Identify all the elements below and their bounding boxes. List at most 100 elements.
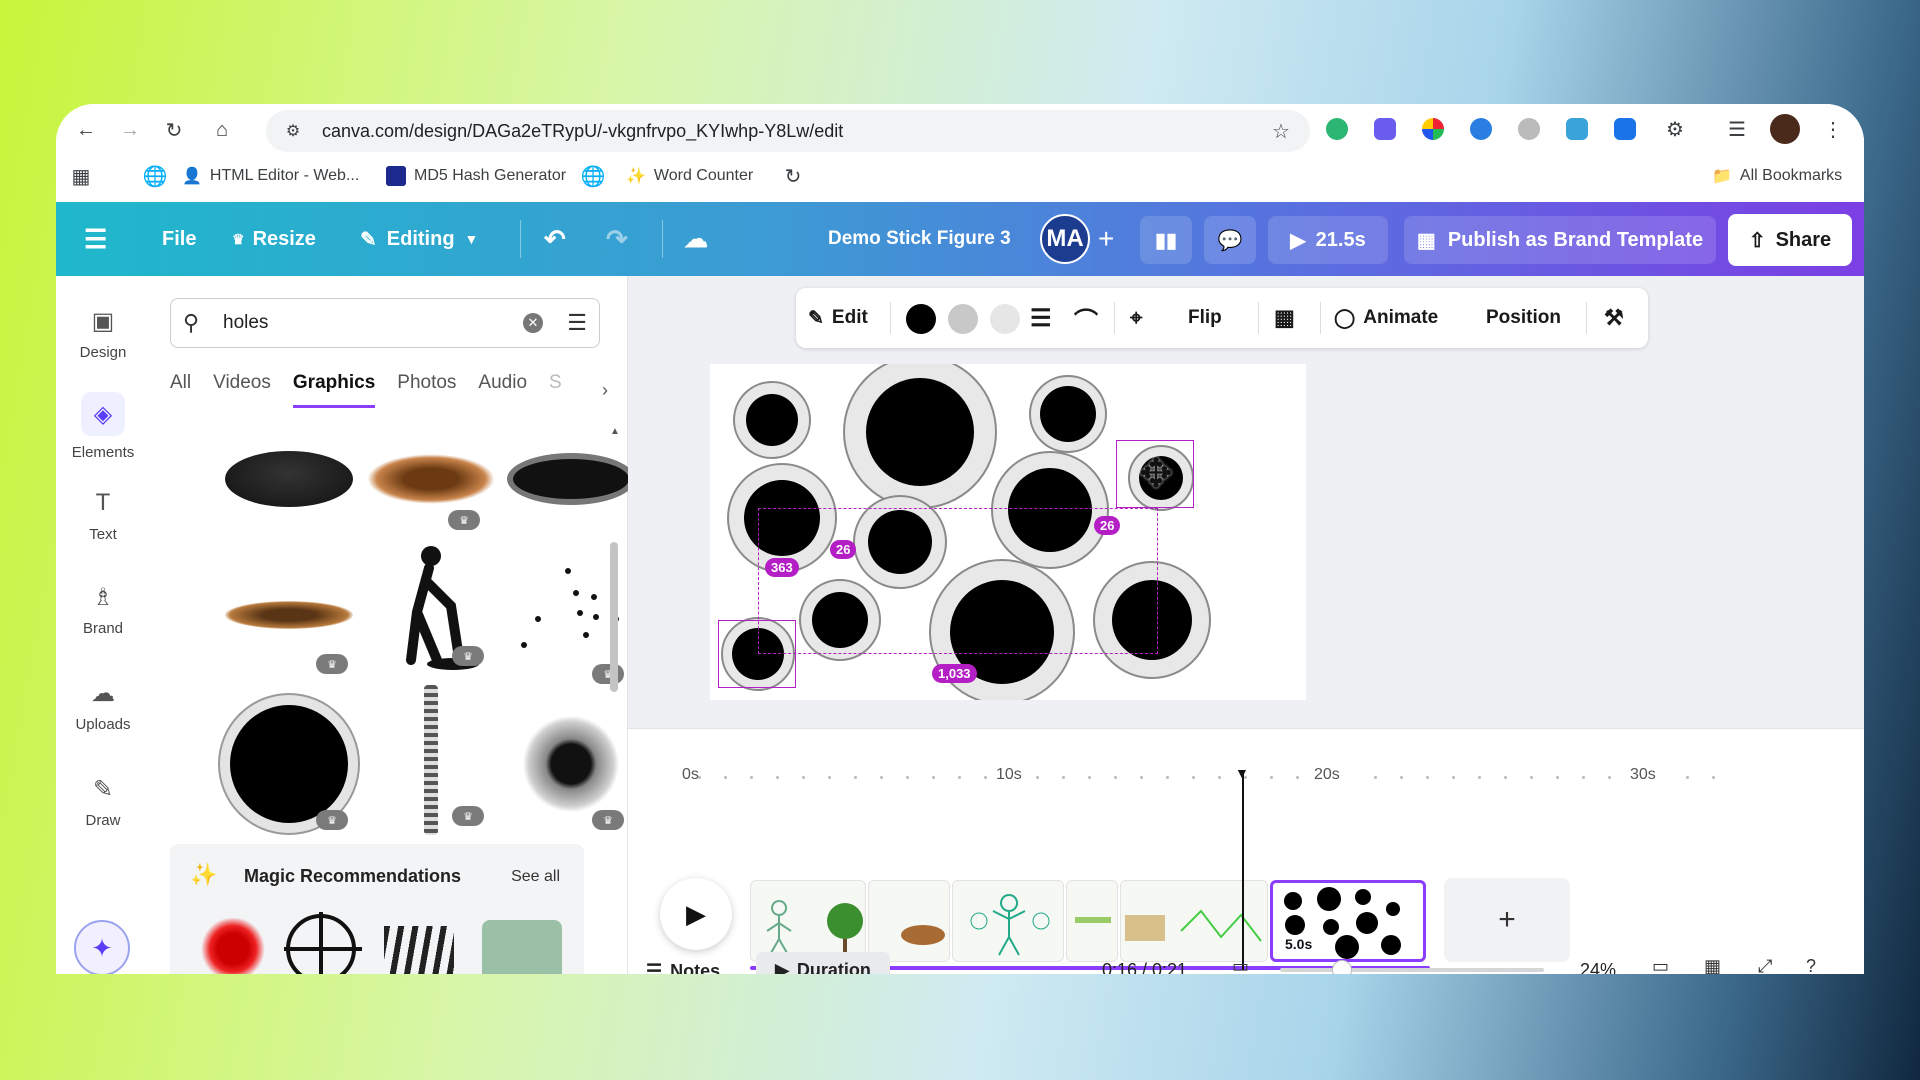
timeline-clip[interactable] (750, 880, 866, 962)
apps-grid-icon[interactable]: ▦ (66, 162, 96, 190)
bookmark-star-icon[interactable]: ☆ (1264, 114, 1298, 148)
graphic-item[interactable]: ♛ (366, 680, 496, 840)
history-icon[interactable]: ↻ (778, 162, 808, 190)
editing-mode-dropdown[interactable]: ✎ Editing ▼ (360, 202, 478, 276)
notes-button[interactable]: ☰ Notes (646, 956, 720, 975)
tab-audio[interactable]: Audio (478, 372, 527, 408)
tab-videos[interactable]: Videos (213, 372, 271, 408)
timeline-clip[interactable] (952, 880, 1064, 962)
timeline-clip[interactable] (1120, 880, 1268, 962)
address-bar[interactable]: ⚙ canva.com/design/DAGa2eTRypU/-vkgnfrvp… (266, 110, 1310, 152)
blood-splatter-graphic[interactable] (192, 918, 274, 974)
extensions-icon[interactable]: ⚙ (1658, 112, 1692, 146)
graphic-item[interactable]: ♛ (366, 532, 496, 682)
scroll-up-icon[interactable]: ▲ (610, 426, 620, 437)
tab-photos[interactable]: Photos (397, 372, 456, 408)
globe-icon[interactable]: 🌐 (140, 162, 170, 190)
design-canvas[interactable]: ✥ 363 26 26 1,033 (710, 355, 1306, 705)
crop-icon[interactable]: ⌖ (1130, 288, 1142, 348)
timeline-play-button[interactable]: ▶ (660, 878, 732, 950)
position-button[interactable]: Position (1486, 288, 1561, 348)
grammarly-extension-icon[interactable] (1326, 118, 1348, 140)
border-style-icon[interactable]: ☰ (1030, 288, 1052, 348)
color-extension-icon[interactable] (1422, 118, 1444, 140)
add-collaborator-icon[interactable]: + (1098, 202, 1114, 276)
color-swatch-black[interactable] (906, 304, 936, 334)
publish-brand-template-button[interactable]: ▦ Publish as Brand Template (1404, 216, 1716, 264)
fullscreen-icon[interactable]: ⤢ (1758, 956, 1772, 974)
rail-text[interactable]: T Text (56, 488, 150, 543)
green-texture-graphic[interactable] (482, 920, 562, 974)
magic-sparkle-icon[interactable]: ✦ (74, 920, 130, 974)
design-title[interactable]: Demo Stick Figure 3 (828, 202, 1011, 276)
forward-icon[interactable]: → (112, 112, 148, 148)
clear-icon[interactable]: ✕ (523, 313, 543, 333)
extension-d-icon[interactable] (1374, 118, 1396, 140)
globe-icon[interactable]: 🌐 (578, 162, 608, 190)
reload-icon[interactable]: ↻ (156, 112, 192, 148)
timeline-clip-selected[interactable]: 5.0s (1270, 880, 1426, 962)
search-box[interactable]: ⚲ holes ✕ ☰ (170, 298, 600, 348)
extension-k-icon[interactable] (1518, 118, 1540, 140)
bookmark-word-counter[interactable]: ✨ Word Counter (626, 162, 753, 190)
comment-icon[interactable]: 💬 (1204, 216, 1256, 264)
insights-chart-icon[interactable]: ▮▮ (1140, 216, 1192, 264)
present-button[interactable]: ▶ 21.5s (1268, 216, 1388, 264)
selected-element-outline[interactable] (718, 620, 796, 688)
duration-button[interactable]: ▶ Duration (756, 952, 890, 974)
rail-brand[interactable]: ♗ Brand (56, 582, 150, 638)
home-icon[interactable]: ⌂ (204, 112, 240, 148)
timeline-clip[interactable] (868, 880, 950, 962)
puzzle-extension-icon[interactable] (1614, 118, 1636, 140)
graphic-item[interactable]: ♛ (224, 560, 354, 674)
paint-format-icon[interactable]: ⚒ (1604, 288, 1624, 348)
maps-extension-icon[interactable] (1566, 118, 1588, 140)
color-swatch-gray[interactable] (948, 304, 978, 334)
media-icon[interactable]: ☰ (1720, 112, 1754, 146)
profile-avatar[interactable] (1770, 114, 1800, 144)
edit-image-button[interactable]: ✎ Edit (808, 288, 868, 348)
rail-design[interactable]: ▣ Design (56, 306, 150, 362)
animate-button[interactable]: ◯ Animate (1334, 288, 1438, 348)
all-bookmarks[interactable]: 📁 All Bookmarks (1712, 162, 1842, 190)
help-icon[interactable]: ? (1806, 956, 1816, 974)
tab-more[interactable]: S (549, 372, 562, 408)
bookmark-md5[interactable]: MD5 Hash Generator (386, 162, 566, 190)
corner-rounding-icon[interactable]: ⌒ (1074, 288, 1098, 348)
zoom-slider-thumb[interactable] (1332, 960, 1352, 974)
graphic-item[interactable] (224, 424, 354, 534)
search-input[interactable]: holes (223, 312, 268, 334)
tabs-scroll-right-icon[interactable]: › (602, 380, 608, 401)
extension-q-icon[interactable] (1470, 118, 1492, 140)
graphic-item[interactable]: ♛ (366, 424, 496, 534)
playhead[interactable] (1242, 774, 1244, 970)
timeline-clip[interactable] (1066, 880, 1118, 962)
rail-elements[interactable]: ◈ Elements (56, 392, 150, 461)
menu-dots-icon[interactable]: ⋮ (1818, 112, 1848, 146)
panel-scrollbar[interactable]: ▲ (608, 426, 620, 866)
grid-view-icon[interactable]: ▦ (1704, 956, 1721, 974)
tab-graphics[interactable]: Graphics (292, 372, 376, 408)
transparency-icon[interactable]: ▦ (1274, 288, 1295, 348)
zoom-slider[interactable] (1280, 960, 1544, 974)
graphic-item[interactable]: ♛ (224, 694, 354, 834)
add-page-button[interactable]: + (1444, 878, 1570, 962)
undo-icon[interactable]: ↶ (544, 202, 566, 276)
resize-button[interactable]: ♛ Resize (232, 202, 316, 276)
scroll-thumb[interactable] (610, 542, 618, 692)
rail-draw[interactable]: ✎ Draw (56, 774, 150, 830)
file-menu[interactable]: File (162, 202, 196, 276)
redo-icon[interactable]: ↷ (606, 202, 628, 276)
filter-icon[interactable]: ☰ (567, 310, 587, 336)
crosshair-graphic[interactable] (284, 912, 362, 974)
hamburger-menu-icon[interactable]: ☰ (84, 202, 107, 276)
back-icon[interactable]: ← (68, 112, 104, 148)
bookmark-html-editor[interactable]: 👤 HTML Editor - Web... (182, 162, 359, 190)
claw-marks-graphic[interactable] (384, 926, 454, 974)
cloud-save-icon[interactable]: ☁ (684, 202, 708, 276)
see-all-link[interactable]: See all (511, 868, 560, 886)
zoom-level[interactable]: 24% (1580, 960, 1616, 974)
rail-uploads[interactable]: ☁ Uploads (56, 678, 150, 734)
playhead-handle-icon[interactable]: ▼ (1235, 766, 1251, 780)
share-button[interactable]: ⇧ Share (1728, 214, 1852, 266)
